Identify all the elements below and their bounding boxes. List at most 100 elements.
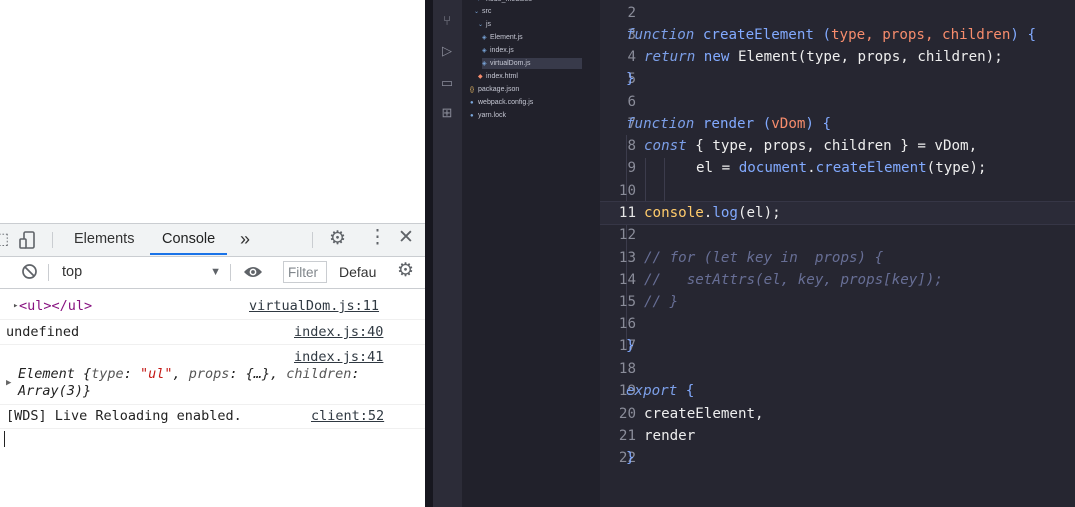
- code-line: 13 // for (let key in props) {: [600, 247, 1075, 269]
- code-line: 19 export {: [600, 380, 1075, 402]
- line-number: 13: [618, 250, 636, 266]
- tree-file[interactable]: {} package.json: [470, 85, 519, 95]
- object-brace: {: [74, 366, 92, 382]
- filter-input[interactable]: Filter: [283, 261, 327, 283]
- line-number: 9: [627, 160, 636, 176]
- file-explorer: ›node_modules ⌄src ⌄js ◈Element.js ◈inde…: [462, 0, 600, 507]
- extensions-icon[interactable]: ⊞: [440, 106, 454, 120]
- console-settings-gear-icon[interactable]: ⚙: [397, 261, 414, 280]
- object-key: type: [91, 366, 124, 382]
- devtools-panel: ⬚ Elements Console » ⚙ ⋮ ✕ ▯ top ▼: [0, 223, 425, 507]
- html-file-icon: ◆: [478, 74, 483, 80]
- activity-bar: ⑂ ▷ ▭ ⊞: [433, 0, 462, 507]
- close-tag: </ul>: [51, 298, 93, 314]
- sidebar-toggle-icon[interactable]: ▯: [0, 265, 1, 281]
- js-file-icon: ◈: [482, 48, 487, 54]
- keyword: function: [626, 116, 695, 132]
- line-number: 6: [627, 94, 636, 110]
- eye-icon[interactable]: [243, 264, 263, 284]
- tree-label: yarn.lock: [478, 112, 507, 119]
- log-object[interactable]: Element {type: "ul", props: {…}, childre…: [18, 366, 413, 400]
- console-prompt-caret[interactable]: [4, 431, 5, 447]
- code-line: 15 // }: [600, 291, 1075, 313]
- object-key: props: [188, 366, 230, 382]
- paren: (: [762, 116, 772, 132]
- console-toolbar: ▯ top ▼ Filter Defau ⚙: [0, 257, 425, 289]
- paren: (: [822, 27, 832, 43]
- line-number: 2: [627, 5, 636, 21]
- code-expr: el =: [696, 160, 739, 176]
- code-text: }: [626, 338, 635, 354]
- tree-folder[interactable]: › node_modules: [478, 0, 532, 5]
- line-number: 16: [618, 316, 636, 332]
- device-toolbar-icon[interactable]: [19, 231, 37, 253]
- source-link[interactable]: client:52: [311, 408, 384, 424]
- code-expr: (el);: [737, 205, 781, 221]
- code-line: 22}: [600, 447, 1075, 469]
- tree-file[interactable]: ● yarn.lock: [470, 111, 506, 121]
- source-link[interactable]: index.js:41: [294, 349, 383, 365]
- line-number: 14: [618, 272, 636, 288]
- devtools-tabbar: ⬚ Elements Console » ⚙ ⋮ ✕: [0, 224, 425, 257]
- source-link[interactable]: virtualDom.js:11: [249, 298, 379, 314]
- tree-label: node_modules: [486, 0, 532, 3]
- more-options-icon[interactable]: ⋮: [368, 228, 387, 247]
- code-text: el = document.createElement(type);: [696, 157, 986, 179]
- params: vDom: [771, 116, 806, 132]
- line-number: 10: [618, 183, 636, 199]
- run-debug-icon[interactable]: ▷: [440, 44, 454, 58]
- more-tabs-button[interactable]: »: [240, 224, 250, 255]
- code-line: 10: [600, 180, 1075, 202]
- log-levels-dropdown[interactable]: Defau: [339, 261, 379, 283]
- code-line: 9 el = document.createElement(type);: [600, 157, 1075, 179]
- tree-label: webpack.config.js: [478, 99, 534, 106]
- code-expr: { type, props, children } = vDom,: [686, 138, 978, 154]
- close-icon[interactable]: ✕: [398, 228, 414, 247]
- keyword: function: [626, 27, 695, 43]
- line-number: 20: [618, 406, 636, 422]
- context-selector[interactable]: top ▼: [55, 261, 223, 283]
- context-selector-value: top: [62, 264, 83, 280]
- code-text: console.log(el);: [644, 202, 781, 224]
- tree-label: src: [482, 8, 492, 15]
- clear-console-icon[interactable]: [21, 263, 38, 284]
- tree-file-active[interactable]: ◈ virtualDom.js: [482, 58, 582, 69]
- tab-elements[interactable]: Elements: [74, 224, 134, 255]
- code-comment: // }: [644, 294, 679, 310]
- tree-file[interactable]: ● webpack.config.js: [470, 98, 533, 108]
- code-line: 12: [600, 224, 1075, 246]
- object-name: Element: [18, 366, 75, 382]
- tree-file[interactable]: ◈ index.js: [482, 46, 514, 56]
- log-element[interactable]: <ul></ul>: [19, 298, 92, 314]
- source-link[interactable]: index.js:40: [294, 324, 383, 340]
- settings-gear-icon[interactable]: ⚙: [329, 229, 346, 248]
- code-expr: Element(type, props, children);: [729, 49, 1003, 65]
- expand-arrow-icon[interactable]: ▶: [6, 378, 11, 388]
- object-brace: }: [83, 383, 92, 399]
- tree-label: Element.js: [490, 34, 523, 41]
- line-number: 12: [618, 227, 636, 243]
- tree-file[interactable]: ◆ index.html: [478, 72, 518, 82]
- inspect-element-icon[interactable]: ⬚: [0, 232, 9, 248]
- console-row: ▸ <ul></ul> virtualDom.js:11: [0, 293, 425, 320]
- code-area[interactable]: 2 3 function createElement (type, props, …: [600, 0, 1075, 507]
- line-number: 18: [618, 361, 636, 377]
- function-name: render: [694, 116, 763, 132]
- params: type, props, children: [831, 27, 1011, 43]
- code-text: }: [626, 450, 635, 466]
- source-control-icon[interactable]: ⑂: [440, 14, 454, 28]
- tab-console[interactable]: Console: [150, 224, 228, 255]
- object-value: "ul": [139, 366, 173, 382]
- code-line: 7 function render (vDom) {: [600, 113, 1075, 135]
- object-ref: console: [644, 205, 704, 221]
- code-comment: // setAttrs(el, key, props[key]);: [644, 272, 943, 288]
- chevron-right-icon: ›: [478, 0, 480, 3]
- tree-file[interactable]: ◈ Element.js: [482, 33, 523, 43]
- tree-folder[interactable]: ⌄ src: [474, 7, 491, 17]
- tree-folder[interactable]: ⌄ js: [478, 20, 491, 30]
- remote-explorer-icon[interactable]: ▭: [440, 76, 454, 90]
- browser-pane: ⬚ Elements Console » ⚙ ⋮ ✕ ▯ top ▼: [0, 0, 425, 507]
- function-call: createElement: [815, 160, 927, 176]
- js-file-icon: ◈: [482, 61, 487, 67]
- chevron-down-icon: ⌄: [478, 22, 484, 28]
